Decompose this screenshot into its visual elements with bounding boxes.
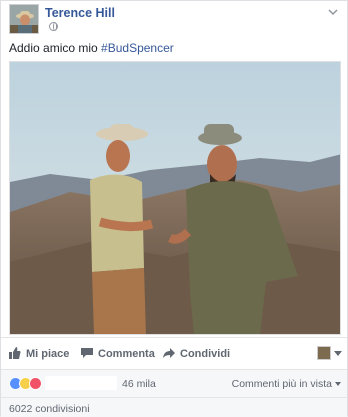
reactions-bar: 46 mila Commenti più in vista	[1, 369, 347, 397]
caret-down-icon	[335, 382, 341, 387]
thumbs-up-icon	[9, 347, 21, 359]
like-button[interactable]: Mi piace	[9, 347, 69, 360]
love-reaction-icon[interactable]	[29, 377, 42, 390]
comment-label: Commenta	[98, 348, 155, 360]
page-avatar-selector[interactable]	[317, 346, 331, 360]
post-photo[interactable]	[9, 61, 341, 335]
share-button[interactable]: Condividi	[163, 347, 230, 360]
reaction-names-redacted	[45, 376, 117, 390]
reaction-count[interactable]: 46 mila	[122, 378, 156, 390]
share-label: Condividi	[180, 348, 231, 360]
author-name[interactable]: Terence Hill	[45, 6, 115, 20]
post-text-body: Addio amico mio	[9, 41, 102, 55]
action-bar: Mi piace Commenta Condividi	[1, 337, 347, 369]
chevron-down-icon[interactable]	[327, 6, 339, 18]
share-arrow-icon	[163, 348, 175, 358]
comments-filter[interactable]: Commenti più in vista	[232, 378, 341, 390]
globe-icon	[49, 21, 58, 31]
photo-image	[10, 62, 340, 334]
shares-bar: 6022 condivisioni	[1, 397, 347, 417]
comments-filter-label: Commenti più in vista	[231, 378, 332, 390]
caret-down-icon[interactable]	[334, 351, 342, 356]
facebook-post: Terence Hill Addio amico mio #BudSpencer	[0, 0, 348, 417]
post-header: Terence Hill	[9, 4, 341, 38]
comment-button[interactable]: Commenta	[81, 347, 155, 360]
author-avatar[interactable]	[9, 4, 39, 34]
post-meta	[45, 21, 58, 32]
shares-count[interactable]: 6022 condivisioni	[9, 403, 90, 415]
post-text: Addio amico mio #BudSpencer	[9, 41, 174, 55]
like-label: Mi piace	[26, 348, 70, 360]
comment-icon	[81, 348, 93, 358]
hashtag-link[interactable]: #BudSpencer	[101, 41, 174, 55]
